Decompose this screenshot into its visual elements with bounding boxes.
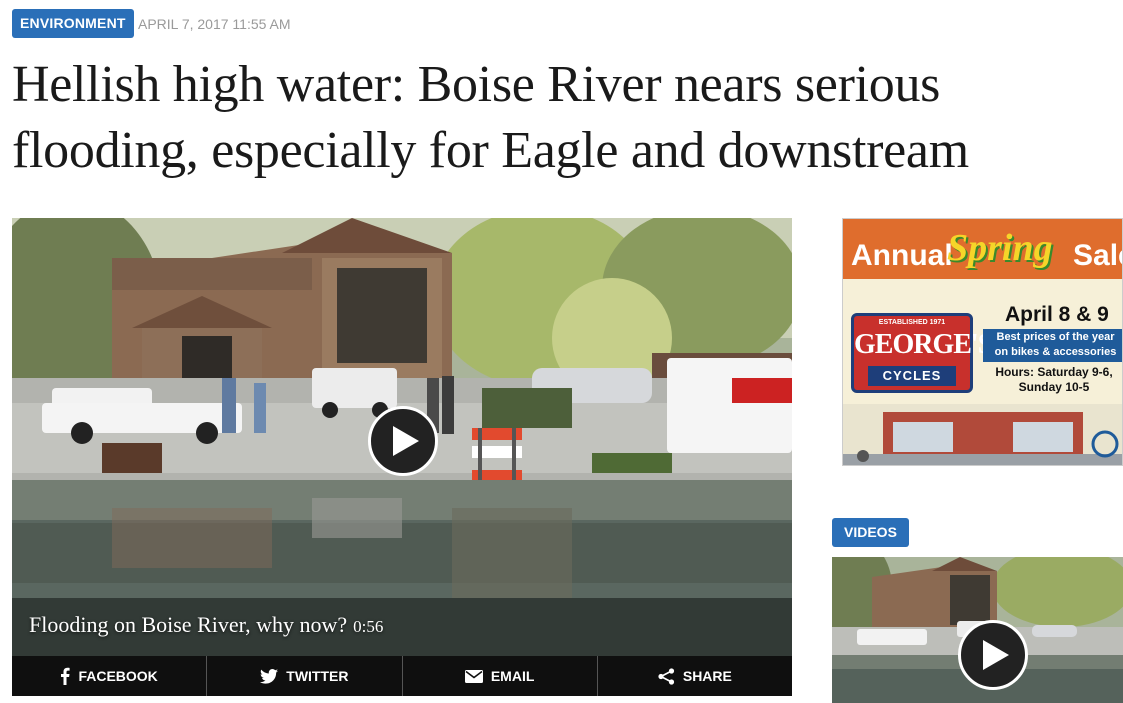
- email-share-button[interactable]: EMAIL: [403, 656, 598, 696]
- ad-hours-line1: Hours: Saturday 9-6,: [995, 365, 1113, 379]
- play-button[interactable]: [368, 406, 438, 476]
- ad-hours: Hours: Saturday 9-6, Sunday 10-5: [989, 365, 1119, 395]
- thumbnail-play-button[interactable]: [958, 620, 1028, 690]
- envelope-icon: [464, 669, 483, 683]
- ad-best-prices: Best prices of the year on bikes & acces…: [983, 329, 1122, 362]
- ad-cycles: CYCLES: [868, 366, 956, 386]
- facebook-share-button[interactable]: FACEBOOK: [12, 656, 208, 696]
- ad-spring-text: Spring: [947, 227, 1053, 269]
- twitter-label: TWITTER: [286, 668, 349, 684]
- facebook-icon: [61, 667, 71, 685]
- ad-best-prices-line2: on bikes & accessories: [994, 346, 1117, 358]
- share-button[interactable]: SHARE: [598, 656, 792, 696]
- category-badge[interactable]: ENVIRONMENT: [12, 9, 134, 38]
- ad-storefront-illustration: [843, 404, 1122, 465]
- email-label: EMAIL: [490, 668, 535, 684]
- ad-hours-line2: Sunday 10-5: [1018, 380, 1090, 394]
- twitter-share-button[interactable]: TWITTER: [207, 656, 403, 696]
- share-bar: FACEBOOK TWITTER EMAIL SHARE: [12, 656, 792, 696]
- ad-dates: April 8 & 9: [1005, 303, 1109, 326]
- facebook-label: FACEBOOK: [78, 668, 158, 684]
- share-label: SHARE: [682, 668, 732, 684]
- ad-annual-text: Annual: [851, 239, 953, 272]
- video-duration: 0:56: [353, 617, 384, 636]
- article-headline: Hellish high water: Boise River nears se…: [12, 56, 969, 179]
- georges-cycles-logo: ESTABLISHED 1971 GEORGE'S CYCLES: [851, 313, 993, 393]
- play-icon: [393, 426, 419, 456]
- videos-section-label[interactable]: VIDEOS: [832, 518, 909, 547]
- twitter-icon: [260, 668, 279, 684]
- ad-sale-text: Sale: [1073, 239, 1122, 272]
- ad-best-prices-line1: Best prices of the year: [996, 331, 1115, 343]
- article-dateline: APRIL 7, 2017 11:55 AM: [138, 16, 291, 32]
- ad-established: ESTABLISHED 1971: [878, 319, 946, 326]
- video-title: Flooding on Boise River, why now?: [29, 612, 348, 637]
- video-thumbnail[interactable]: [832, 557, 1123, 703]
- play-icon: [983, 640, 1009, 670]
- video-player[interactable]: Flooding on Boise River, why now? 0:56 FA…: [12, 218, 792, 696]
- share-icon: [658, 667, 674, 685]
- video-caption: Flooding on Boise River, why now? 0:56: [29, 610, 383, 642]
- advertisement-banner[interactable]: Annual Spring Sale ESTABLISHED 1971 GEOR…: [842, 218, 1123, 466]
- ad-brand: GEORGE'S: [854, 329, 993, 360]
